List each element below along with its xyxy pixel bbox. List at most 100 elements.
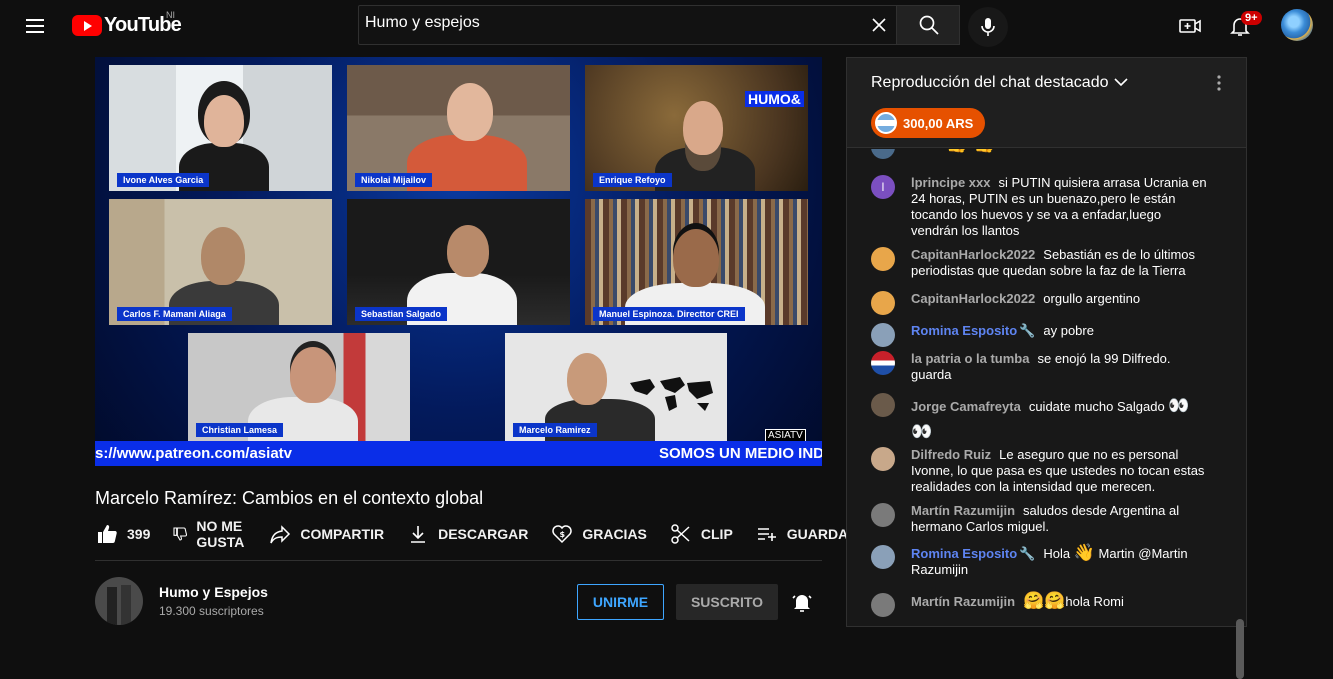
join-button[interactable]: UNIRME	[577, 584, 664, 620]
banner-url: s://www.patreon.com/asiatv	[95, 445, 292, 462]
chat-title[interactable]: Reproducción del chat destacado	[871, 74, 1109, 92]
clear-search-icon[interactable]	[870, 16, 888, 34]
participant-tile: HUMO& Enrique Refoyo	[585, 65, 808, 191]
voice-search-button[interactable]	[968, 7, 1008, 47]
download-button[interactable]: DESCARGAR	[406, 522, 528, 546]
author-avatar	[871, 323, 895, 347]
chat-message: Romina Esposito 🔧 Hola 👋 Martin @Martin Ra…	[871, 543, 1211, 578]
message-text: cuidate mucho Salgado	[1028, 399, 1165, 414]
chat-messages: chats 👍 👍 l lprincipe xxxsi PUTIN quisie…	[847, 149, 1235, 629]
chat-message: CapitanHarlock2022 Sebastián es de lo últ…	[871, 247, 1211, 279]
chat-scrollbar-thumb[interactable]	[1236, 619, 1244, 679]
top-bar: YouTube NI Humo y espejos 9+	[0, 0, 1333, 52]
donation-amount: 300,00 ARS	[903, 115, 974, 131]
author-avatar	[871, 503, 895, 527]
divider	[95, 560, 822, 561]
author-avatar	[871, 593, 895, 617]
search-input[interactable]: Humo y espejos	[365, 14, 480, 32]
participant-name: Marcelo Ramirez	[513, 423, 597, 437]
share-button[interactable]: COMPARTIR	[268, 522, 384, 546]
thanks-button[interactable]: $ GRACIAS	[550, 522, 647, 546]
participant-name: Sebastian Salgado	[355, 307, 448, 321]
video-player[interactable]: Ivone Alves Garcia Nikolai Mijailov HUMO…	[95, 57, 822, 466]
dislike-button[interactable]: NO ME GUSTA	[172, 518, 246, 550]
share-label: COMPARTIR	[300, 526, 385, 542]
scissors-icon	[671, 524, 690, 544]
like-button[interactable]: 399	[95, 522, 150, 546]
region-code: NI	[166, 10, 175, 20]
ticker-banner: s://www.patreon.com/asiatv SOMOS UN MEDI…	[95, 441, 822, 466]
author-name[interactable]: Jorge Camafreyta	[911, 399, 1021, 414]
chat-scrollbar[interactable]	[1235, 149, 1245, 679]
save-button[interactable]: GUARDAR	[755, 522, 858, 546]
more-options-icon[interactable]	[1216, 74, 1222, 92]
participant-tile: Ivone Alves Garcia	[109, 65, 332, 191]
donor-avatar	[875, 112, 897, 134]
author-avatar: l	[871, 175, 895, 199]
video-actions: 399 NO ME GUSTA COMPARTIR DESCARGAR $ GR…	[95, 516, 858, 552]
author-avatar	[871, 291, 895, 315]
author-name[interactable]: CapitanHarlock2022	[911, 247, 1035, 262]
youtube-play-icon	[72, 14, 102, 36]
download-icon	[411, 526, 426, 543]
author-avatar	[871, 351, 895, 375]
chat-message: la patria o la tumba se enojó la 99 Dilfr…	[871, 351, 1211, 383]
clip-button[interactable]: CLIP	[669, 522, 733, 546]
author-name[interactable]: CapitanHarlock2022	[911, 291, 1035, 306]
author-name[interactable]: Romina Esposito	[911, 323, 1017, 338]
user-avatar[interactable]	[1281, 9, 1313, 41]
participant-tile: Carlos F. Mamani Aliaga	[109, 199, 332, 325]
like-count: 399	[127, 526, 151, 542]
author-name[interactable]: Dilfredo Ruiz	[911, 447, 991, 462]
super-thanks-icon: $	[552, 525, 573, 544]
hugging-emoji: 🤗🤗	[1023, 591, 1066, 610]
waving-hand-emoji: 👋	[1073, 543, 1095, 562]
chat-message: CapitanHarlock2022 orgullo argentino	[871, 291, 1211, 315]
participant-name: Nikolai Mijailov	[355, 173, 433, 187]
participant-tile: Christian Lamesa	[188, 333, 410, 441]
hamburger-menu-icon[interactable]	[24, 14, 48, 38]
playlist-add-icon	[757, 528, 776, 541]
chat-message: Dilfredo Ruiz Le aseguro que no es person…	[871, 447, 1211, 495]
participant-tile: Sebastian Salgado	[347, 199, 570, 325]
subscription-bell-icon[interactable]	[790, 590, 814, 614]
download-label: DESCARGAR	[438, 526, 529, 542]
participant-tile: Marcelo Ramirez	[505, 333, 727, 441]
author-name[interactable]: la patria o la tumba	[911, 351, 1029, 366]
participant-tile: Manuel Espinoza. Directtor CREI	[585, 199, 808, 325]
participant-name: Manuel Espinoza. Directtor CREI	[593, 307, 745, 321]
super-chat-ticker[interactable]: 300,00 ARS	[871, 108, 986, 138]
author-name[interactable]: Martín Razumijin	[911, 594, 1015, 609]
youtube-logo[interactable]: YouTube	[72, 14, 182, 36]
participant-name: Christian Lamesa	[196, 423, 284, 437]
dislike-label: NO ME GUSTA	[196, 518, 245, 550]
message-text: hola Romi	[1065, 594, 1124, 609]
moderator-wrench-icon: 🔧	[1019, 546, 1036, 561]
thumbs-down-icon	[173, 527, 188, 541]
channel-name[interactable]: Humo y Espejos	[159, 584, 268, 600]
chat-message: Martín Razumijin 🤗🤗hola Romi	[871, 591, 1211, 617]
share-icon	[270, 525, 291, 544]
search-box[interactable]: Humo y espejos	[358, 5, 897, 45]
thumbs-up-emoji: 👍 👍	[946, 149, 996, 153]
author-name[interactable]: Martín Razumijin	[911, 503, 1015, 518]
subscribed-button[interactable]: SUSCRITO	[676, 584, 778, 620]
thanks-label: GRACIAS	[582, 526, 647, 542]
create-video-icon[interactable]	[1178, 14, 1202, 38]
search-button[interactable]	[896, 5, 960, 45]
video-title: Marcelo Ramírez: Cambios en el contexto …	[95, 488, 484, 508]
author-name[interactable]: lprincipe xxx	[911, 175, 990, 190]
message-text: ay pobre	[1043, 323, 1094, 338]
channel-avatar[interactable]	[95, 577, 143, 625]
participant-name: Carlos F. Mamani Aliaga	[117, 307, 232, 321]
search-icon	[919, 15, 939, 35]
message-text: Hola	[1043, 546, 1071, 561]
author-avatar	[871, 247, 895, 271]
chat-header: Reproducción del chat destacado 300,00 A…	[847, 58, 1246, 148]
author-avatar	[871, 393, 895, 417]
message-text: orgullo argentino	[1043, 291, 1141, 306]
author-name[interactable]: Romina Esposito	[911, 546, 1017, 561]
show-logo: HUMO&	[745, 91, 804, 107]
chat-message: chats 👍 👍	[871, 149, 1211, 159]
chevron-down-icon[interactable]	[1114, 77, 1128, 87]
